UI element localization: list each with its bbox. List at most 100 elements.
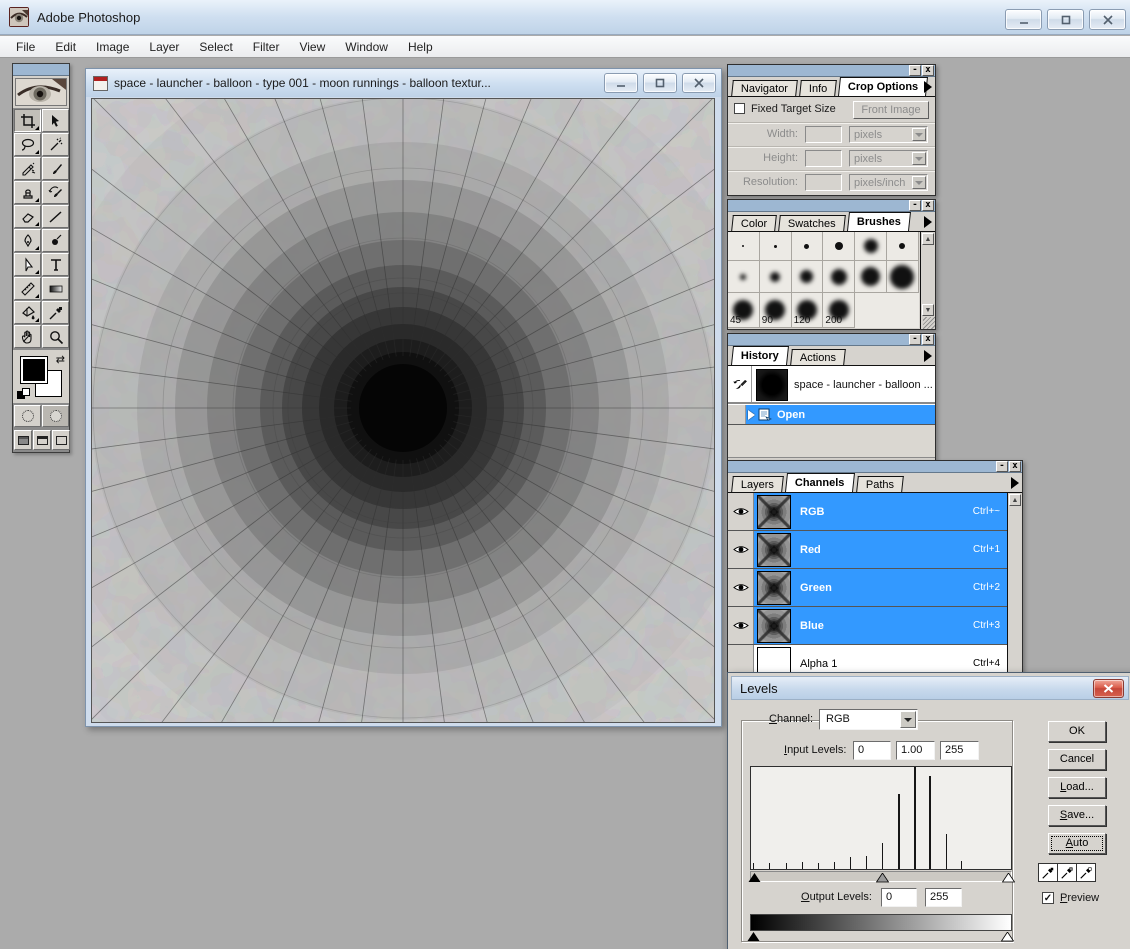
image-canvas[interactable]	[91, 98, 715, 723]
input-white-slider[interactable]	[1002, 873, 1015, 883]
output-black-field[interactable]: 0	[881, 888, 917, 907]
dropdown-arrow-icon[interactable]	[912, 128, 926, 141]
brush-preset[interactable]	[855, 232, 887, 261]
output-white-slider[interactable]	[1001, 932, 1014, 942]
fullscreen-mode-button[interactable]	[52, 430, 70, 450]
tool-airbrush[interactable]	[14, 157, 41, 180]
tool-lasso[interactable]	[14, 133, 41, 156]
dropdown-arrow-icon[interactable]	[912, 152, 926, 165]
history-state-open[interactable]: Open	[728, 404, 935, 425]
gray-point-eyedropper-button[interactable]	[1057, 863, 1077, 882]
height-unit-select[interactable]: pixels	[849, 150, 928, 167]
tab-crop-options[interactable]: Crop Options	[838, 77, 928, 96]
tool-type[interactable]	[42, 253, 69, 276]
tool-history-brush[interactable]	[42, 181, 69, 204]
menu-window[interactable]: Window	[335, 36, 398, 58]
menu-image[interactable]: Image	[86, 36, 139, 58]
resolution-field[interactable]	[805, 174, 842, 191]
resolution-unit-select[interactable]: pixels/inch	[849, 174, 928, 191]
tab-brushes[interactable]: Brushes	[847, 212, 911, 231]
menu-layer[interactable]: Layer	[139, 36, 189, 58]
palette-titlebar[interactable]: - x	[728, 200, 935, 212]
tab-swatches[interactable]: Swatches	[778, 215, 845, 231]
visibility-toggle[interactable]	[728, 569, 754, 606]
palette-close-icon[interactable]: x	[922, 334, 934, 345]
brush-preset[interactable]: 120	[792, 293, 824, 328]
load-button[interactable]: Load...	[1048, 777, 1106, 798]
brush-preset[interactable]	[792, 261, 824, 293]
scroll-down-icon[interactable]: ▼	[922, 304, 934, 316]
tool-paint-bucket[interactable]	[14, 301, 41, 324]
tool-measure[interactable]	[14, 277, 41, 300]
height-field[interactable]	[805, 150, 842, 167]
output-white-field[interactable]: 255	[925, 888, 962, 907]
brush-preset[interactable]	[823, 232, 855, 261]
history-source-well[interactable]	[728, 405, 746, 424]
palette-minimize-icon[interactable]: -	[909, 200, 921, 211]
palette-titlebar[interactable]: - x	[728, 334, 935, 346]
tab-actions[interactable]: Actions	[790, 349, 846, 365]
history-snapshot-row[interactable]: space - launcher - balloon ...	[728, 366, 935, 404]
tool-magic-wand[interactable]	[42, 133, 69, 156]
tab-color[interactable]: Color	[731, 215, 777, 231]
fullscreen-with-menu-button[interactable]	[33, 430, 51, 450]
standard-mode-button[interactable]	[14, 405, 41, 427]
brush-preset[interactable]	[855, 261, 887, 293]
tool-line[interactable]	[42, 205, 69, 228]
tab-layers[interactable]: Layers	[731, 476, 784, 492]
foreground-color-swatch[interactable]	[20, 356, 48, 384]
dropdown-arrow-icon[interactable]	[912, 176, 926, 189]
channels-scrollbar[interactable]: ▲	[1007, 493, 1022, 672]
menu-filter[interactable]: Filter	[243, 36, 290, 58]
visibility-toggle[interactable]	[728, 531, 754, 568]
document-window[interactable]: space - launcher - balloon - type 001 - …	[85, 68, 722, 727]
channel-row-red[interactable]: Red Ctrl+1	[728, 531, 1022, 569]
swap-colors-icon[interactable]: ⇄	[56, 353, 65, 366]
input-white-field[interactable]: 255	[940, 741, 979, 760]
palette-close-icon[interactable]: x	[1009, 461, 1021, 472]
menu-help[interactable]: Help	[398, 36, 443, 58]
black-point-eyedropper-button[interactable]	[1038, 863, 1058, 882]
save-button[interactable]: Save...	[1048, 805, 1106, 826]
brushes-scrollbar[interactable]: ▲ ▼	[920, 232, 935, 329]
tool-paintbrush[interactable]	[42, 157, 69, 180]
menu-select[interactable]: Select	[189, 36, 242, 58]
tool-eyedropper[interactable]	[42, 301, 69, 324]
visibility-toggle[interactable]	[728, 607, 754, 644]
visibility-toggle[interactable]	[728, 493, 754, 530]
menu-view[interactable]: View	[289, 36, 335, 58]
brush-preset[interactable]	[792, 232, 824, 261]
document-titlebar[interactable]: space - launcher - balloon - type 001 - …	[86, 69, 721, 97]
tab-channels[interactable]: Channels	[785, 473, 855, 492]
menu-file[interactable]: File	[6, 36, 45, 58]
brush-preset[interactable]	[760, 232, 792, 261]
brush-preset[interactable]: 200	[823, 293, 855, 328]
brush-preset[interactable]	[887, 261, 919, 293]
close-button[interactable]	[1089, 9, 1126, 30]
tool-hand[interactable]	[14, 325, 41, 348]
input-black-field[interactable]: 0	[853, 741, 891, 760]
brush-preset[interactable]	[728, 261, 760, 293]
input-gamma-slider[interactable]	[876, 873, 889, 883]
output-black-slider[interactable]	[747, 932, 760, 942]
auto-button[interactable]: Auto	[1048, 833, 1106, 854]
palette-titlebar[interactable]: - x	[728, 65, 935, 77]
palette-menu-icon[interactable]	[1011, 477, 1019, 489]
doc-close-button[interactable]	[682, 73, 716, 93]
scroll-up-icon[interactable]: ▲	[922, 233, 934, 245]
channel-row-green[interactable]: Green Ctrl+2	[728, 569, 1022, 607]
default-colors-icon[interactable]	[17, 388, 30, 399]
brush-preset[interactable]	[728, 232, 760, 261]
tool-crop[interactable]	[14, 109, 41, 132]
output-slider-track[interactable]	[750, 932, 1012, 942]
preview-checkbox[interactable]: ✓	[1042, 892, 1054, 904]
tab-info[interactable]: Info	[799, 80, 837, 96]
input-black-slider[interactable]	[748, 873, 761, 883]
tool-rubber-stamp[interactable]	[14, 181, 41, 204]
app-titlebar[interactable]: Adobe Photoshop	[0, 0, 1130, 35]
tool-gradient[interactable]	[42, 277, 69, 300]
brush-preset[interactable]	[887, 232, 919, 261]
tab-history[interactable]: History	[731, 346, 789, 365]
front-image-button[interactable]: Front Image	[853, 101, 929, 119]
tool-direct-selection[interactable]	[14, 253, 41, 276]
